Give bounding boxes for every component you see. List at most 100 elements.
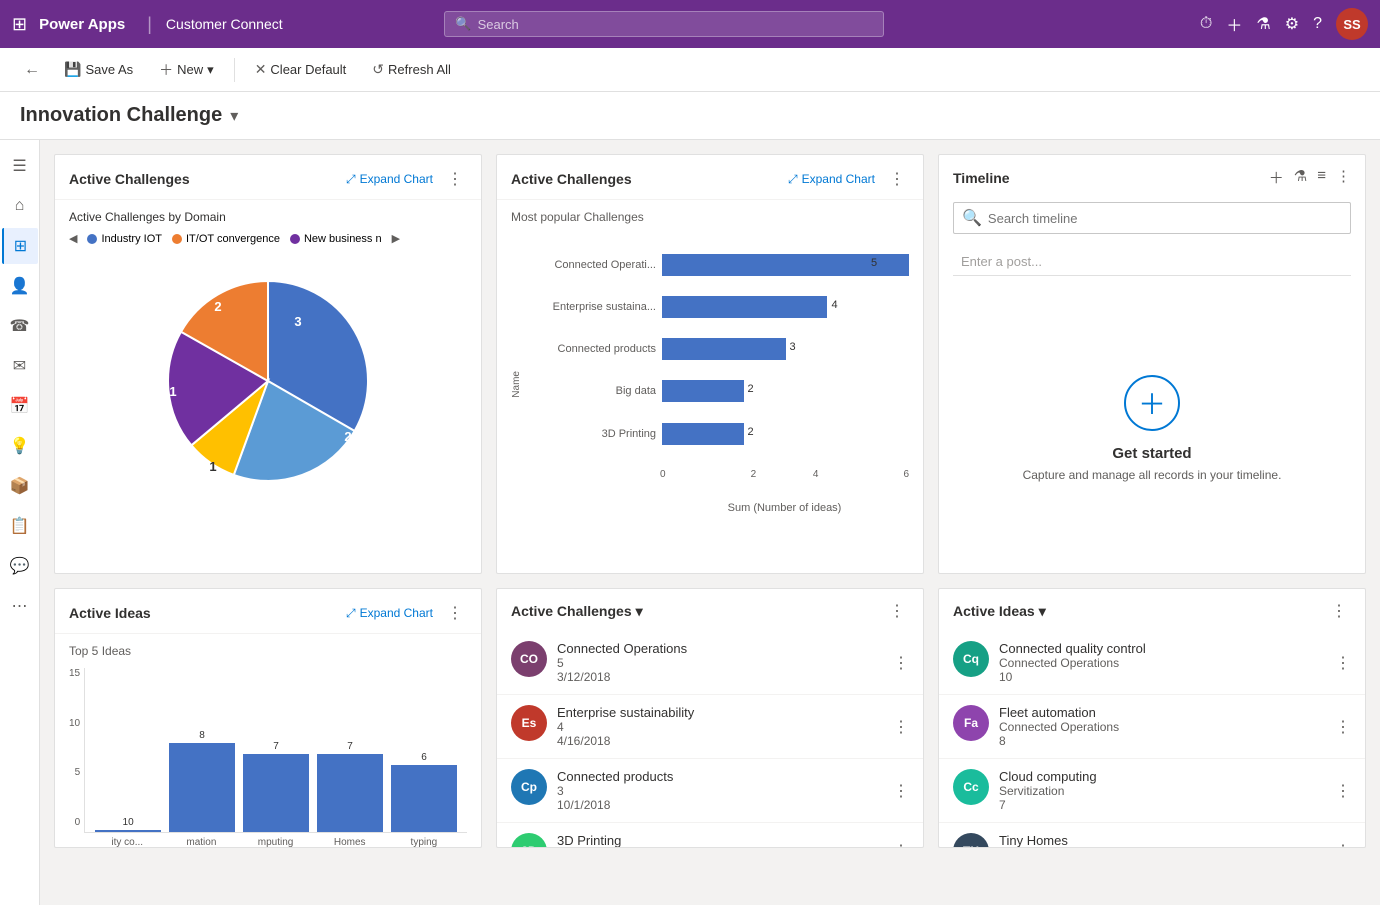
challenges-item-menu-2[interactable]: ⋮ (893, 717, 909, 737)
challenges-title-3: Connected products (557, 769, 883, 784)
recent-icon[interactable]: ⏱ (1200, 15, 1212, 33)
timeline-card: Timeline ＋ ⚗ ≡ ⋮ 🔍 Enter a post... ＋ Get… (938, 154, 1366, 574)
challenges-date-2: 4/16/2018 (557, 734, 883, 748)
bar-row-5: 3D Printing 2 (526, 423, 909, 445)
challenges-avatar-2: Es (511, 705, 547, 741)
ideas-expand-chart-button[interactable]: ⤢ Expand Chart (346, 606, 433, 621)
timeline-search-icon: 🔍 (962, 208, 982, 228)
challenges-item-menu-3[interactable]: ⋮ (893, 781, 909, 801)
ideas-list-dropdown[interactable]: Active Ideas ▾ (953, 603, 1046, 620)
bar-card-menu-button[interactable]: ⋮ (885, 167, 909, 191)
ideas-item-menu-3[interactable]: ⋮ (1335, 781, 1351, 801)
filter-icon[interactable]: ⚗ (1256, 14, 1270, 34)
timeline-header: Timeline ＋ ⚗ ≡ ⋮ (939, 155, 1365, 196)
ideas-list-item-1[interactable]: Cq Connected quality control Connected O… (939, 631, 1365, 695)
ideas-x-label-3: mputing (242, 837, 308, 847)
save-as-button[interactable]: 💾 Save As (54, 56, 143, 83)
sidebar-icon-more[interactable]: ⋯ (2, 588, 38, 624)
timeline-get-started-icon[interactable]: ＋ (1124, 375, 1180, 431)
ideas-item-menu-2[interactable]: ⋮ (1335, 717, 1351, 737)
timeline-add-icon[interactable]: ＋ (1269, 167, 1284, 188)
challenges-title-1: Connected Operations (557, 641, 883, 656)
ideas-item-menu-1[interactable]: ⋮ (1335, 653, 1351, 673)
ideas-sub2-1: 10 (999, 670, 1325, 684)
ideas-title-4: Tiny Homes (999, 833, 1325, 847)
challenges-list-dropdown[interactable]: Active Challenges ▾ (511, 603, 643, 620)
challenges-list-item-3[interactable]: Cp Connected products 3 10/1/2018 ⋮ (497, 759, 923, 823)
sidebar-icon-mail[interactable]: ✉ (2, 348, 38, 384)
sidebar-icon-menu[interactable]: ☰ (2, 148, 38, 184)
ideas-sub2-3: 7 (999, 798, 1325, 812)
timeline-search-input[interactable] (988, 211, 1342, 226)
ideas-list-item-3[interactable]: Cc Cloud computing Servitization 7 ⋮ (939, 759, 1365, 823)
timeline-search-bar[interactable]: 🔍 (953, 202, 1351, 234)
ideas-list-item-2[interactable]: Fa Fleet automation Connected Operations… (939, 695, 1365, 759)
clear-default-button[interactable]: ✕ Clear Default (245, 56, 357, 83)
bar-label-5: 3D Printing (526, 428, 656, 440)
ideas-list-menu-button[interactable]: ⋮ (1327, 599, 1351, 623)
active-ideas-list-card: Active Ideas ▾ ⋮ Cq Connected quality co… (938, 588, 1366, 848)
global-search[interactable]: 🔍 Search (444, 11, 884, 37)
challenges-item-menu-4[interactable]: ⋮ (893, 841, 909, 847)
toolbar: ← 💾 Save As ＋ New ▾ ✕ Clear Default ↺ Re… (0, 48, 1380, 92)
ideas-item-menu-4[interactable]: ⋮ (1335, 841, 1351, 847)
sidebar-icon-dashboard[interactable]: ⊞ (2, 228, 38, 264)
timeline-menu-icon[interactable]: ⋮ (1336, 167, 1351, 188)
challenges-dropdown-icon: ▾ (636, 603, 643, 620)
apps-grid-icon[interactable]: ⊞ (12, 14, 27, 35)
refresh-all-label: Refresh All (388, 62, 451, 77)
legend-label-1: Industry IOT (101, 233, 162, 245)
legend-item-3: New business n (290, 233, 382, 245)
svg-text:2: 2 (344, 429, 351, 444)
new-button[interactable]: ＋ New ▾ (149, 55, 224, 85)
bar-subtitle: Most popular Challenges (511, 210, 909, 224)
challenges-list-item-4[interactable]: 3D 3D Printing 2 ⋮ (497, 823, 923, 847)
active-challenges-pie-card: Active Challenges ⤢ Expand Chart ⋮ Activ… (54, 154, 482, 574)
pie-legend-prev[interactable]: ◀ (69, 232, 77, 245)
sidebar-icon-home[interactable]: ⌂ (2, 188, 38, 224)
sidebar-icon-calendar[interactable]: 📅 (2, 388, 38, 424)
challenges-list-item-2[interactable]: Es Enterprise sustainability 4 4/16/2018… (497, 695, 923, 759)
add-icon[interactable]: ＋ (1226, 12, 1242, 36)
refresh-all-button[interactable]: ↺ Refresh All (362, 56, 461, 83)
bar-expand-chart-button[interactable]: ⤢ Expand Chart (788, 172, 875, 187)
timeline-filter-icon[interactable]: ⚗ (1294, 167, 1307, 188)
settings-icon[interactable]: ⚙ (1285, 14, 1299, 34)
ideas-bar-col-4: 7 (317, 741, 383, 832)
challenges-list-menu-button[interactable]: ⋮ (885, 599, 909, 623)
challenges-item-menu-1[interactable]: ⋮ (893, 653, 909, 673)
timeline-columns-icon[interactable]: ≡ (1317, 167, 1326, 188)
avatar[interactable]: SS (1336, 8, 1368, 40)
title-chevron-icon[interactable]: ▾ (230, 106, 238, 126)
svg-text:1: 1 (209, 459, 216, 474)
app-name-label: Customer Connect (166, 16, 283, 32)
bar-label-1: Connected Operati... (526, 259, 656, 271)
timeline-actions: ＋ ⚗ ≡ ⋮ (1269, 167, 1351, 188)
help-icon[interactable]: ? (1313, 15, 1322, 33)
pie-expand-chart-button[interactable]: ⤢ Expand Chart (346, 172, 433, 187)
timeline-post-area[interactable]: Enter a post... (953, 248, 1351, 276)
challenges-sub1-1: 5 (557, 656, 883, 670)
ideas-bar-col-1: 10 (95, 817, 161, 832)
sidebar-icon-activities[interactable]: ☎ (2, 308, 38, 344)
active-challenges-bar-card: Active Challenges ⤢ Expand Chart ⋮ Most … (496, 154, 924, 574)
ideas-list-item-4[interactable]: TH Tiny Homes 3D Printing ⋮ (939, 823, 1365, 847)
pie-card-menu-button[interactable]: ⋮ (443, 167, 467, 191)
bar-3: 3 (662, 338, 909, 360)
sidebar-icon-reports[interactable]: 📋 (2, 508, 38, 544)
pie-legend-next[interactable]: ▶ (392, 232, 400, 245)
ideas-avatar-3: Cc (953, 769, 989, 805)
ideas-x-label-2: mation (168, 837, 234, 847)
sidebar-icon-catalog[interactable]: 📦 (2, 468, 38, 504)
challenges-list-item-1[interactable]: CO Connected Operations 5 3/12/2018 ⋮ (497, 631, 923, 695)
challenges-list-body: CO Connected Operations 5 3/12/2018 ⋮ Es… (497, 631, 923, 847)
challenges-list-title: Active Challenges (511, 603, 632, 619)
sidebar-icon-ideas[interactable]: 💡 (2, 428, 38, 464)
sidebar-icon-chat[interactable]: 💬 (2, 548, 38, 584)
ideas-chart-menu-button[interactable]: ⋮ (443, 601, 467, 625)
toolbar-separator (234, 58, 235, 82)
back-button[interactable]: ← (16, 56, 48, 84)
search-placeholder: Search (478, 17, 519, 32)
sidebar-icon-contacts[interactable]: 👤 (2, 268, 38, 304)
bar-chart-area: Connected Operati... 5 Enterprise sustai… (526, 234, 909, 534)
